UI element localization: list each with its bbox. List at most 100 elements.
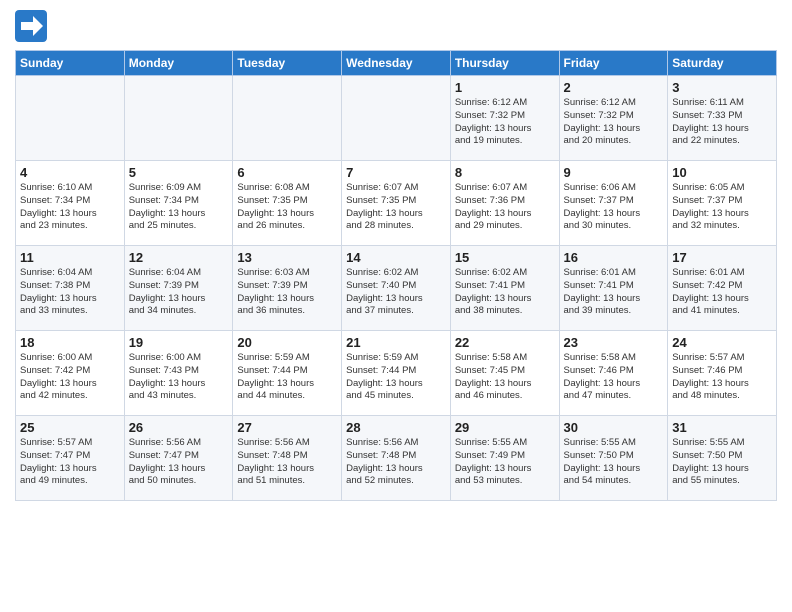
col-header-tuesday: Tuesday [233,51,342,76]
day-number: 10 [672,165,772,180]
day-number: 23 [564,335,664,350]
calendar-cell: 18 Sunrise: 6:00 AM Sunset: 7:42 PM Dayli… [16,331,125,416]
calendar-cell: 3 Sunrise: 6:11 AM Sunset: 7:33 PM Daylig… [668,76,777,161]
calendar-cell: 1 Sunrise: 6:12 AM Sunset: 7:32 PM Daylig… [450,76,559,161]
calendar-cell: 23 Sunrise: 5:58 AM Sunset: 7:46 PM Dayli… [559,331,668,416]
week-row-5: 25 Sunrise: 5:57 AM Sunset: 7:47 PM Dayli… [16,416,777,501]
week-row-2: 4Sunrise: 6:10 AM Sunset: 7:34 PM Daylig… [16,161,777,246]
calendar-cell: 2 Sunrise: 6:12 AM Sunset: 7:32 PM Daylig… [559,76,668,161]
calendar-cell: 21 Sunrise: 5:59 AM Sunset: 7:44 PM Dayli… [342,331,451,416]
calendar-cell: 24 Sunrise: 5:57 AM Sunset: 7:46 PM Dayli… [668,331,777,416]
calendar-cell: 8 Sunrise: 6:07 AM Sunset: 7:36 PM Daylig… [450,161,559,246]
day-info: Sunrise: 5:57 AM Sunset: 7:47 PM Dayligh… [20,437,120,488]
day-info: Sunrise: 6:05 AM Sunset: 7:37 PM Dayligh… [672,182,772,233]
calendar-table: SundayMondayTuesdayWednesdayThursdayFrid… [15,50,777,501]
logo [15,10,51,42]
day-number: 21 [346,335,446,350]
calendar-cell: 14 Sunrise: 6:02 AM Sunset: 7:40 PM Dayli… [342,246,451,331]
day-number: 11 [20,250,120,265]
logo-icon [15,10,47,42]
day-number: 31 [672,420,772,435]
calendar-cell: 31Sunrise: 5:55 AM Sunset: 7:50 PM Dayli… [668,416,777,501]
calendar-cell: 26Sunrise: 5:56 AM Sunset: 7:47 PM Dayli… [124,416,233,501]
calendar-cell: 28 Sunrise: 5:56 AM Sunset: 7:48 PM Dayli… [342,416,451,501]
day-number: 25 [20,420,120,435]
day-number: 8 [455,165,555,180]
day-number: 14 [346,250,446,265]
day-info: Sunrise: 6:07 AM Sunset: 7:36 PM Dayligh… [455,182,555,233]
day-number: 9 [564,165,664,180]
day-info: Sunrise: 6:03 AM Sunset: 7:39 PM Dayligh… [237,267,337,318]
day-info: Sunrise: 6:11 AM Sunset: 7:33 PM Dayligh… [672,97,772,148]
calendar-cell [342,76,451,161]
day-info: Sunrise: 6:04 AM Sunset: 7:39 PM Dayligh… [129,267,229,318]
header-row: SundayMondayTuesdayWednesdayThursdayFrid… [16,51,777,76]
day-number: 13 [237,250,337,265]
day-number: 2 [564,80,664,95]
day-info: Sunrise: 5:56 AM Sunset: 7:48 PM Dayligh… [237,437,337,488]
day-info: Sunrise: 5:55 AM Sunset: 7:50 PM Dayligh… [564,437,664,488]
day-number: 6 [237,165,337,180]
day-info: Sunrise: 6:08 AM Sunset: 7:35 PM Dayligh… [237,182,337,233]
calendar-cell: 10 Sunrise: 6:05 AM Sunset: 7:37 PM Dayli… [668,161,777,246]
day-number: 5 [129,165,229,180]
day-info: Sunrise: 6:01 AM Sunset: 7:41 PM Dayligh… [564,267,664,318]
day-number: 1 [455,80,555,95]
calendar-cell: 20 Sunrise: 5:59 AM Sunset: 7:44 PM Dayli… [233,331,342,416]
calendar-cell: 9 Sunrise: 6:06 AM Sunset: 7:37 PM Daylig… [559,161,668,246]
day-info: Sunrise: 6:02 AM Sunset: 7:40 PM Dayligh… [346,267,446,318]
col-header-monday: Monday [124,51,233,76]
day-number: 15 [455,250,555,265]
day-number: 26 [129,420,229,435]
col-header-sunday: Sunday [16,51,125,76]
calendar-cell: 25 Sunrise: 5:57 AM Sunset: 7:47 PM Dayli… [16,416,125,501]
calendar-cell: 5 Sunrise: 6:09 AM Sunset: 7:34 PM Daylig… [124,161,233,246]
day-number: 28 [346,420,446,435]
day-info: Sunrise: 6:00 AM Sunset: 7:42 PM Dayligh… [20,352,120,403]
calendar-cell: 12 Sunrise: 6:04 AM Sunset: 7:39 PM Dayli… [124,246,233,331]
day-info: Sunrise: 6:00 AM Sunset: 7:43 PM Dayligh… [129,352,229,403]
day-info: Sunrise: 6:02 AM Sunset: 7:41 PM Dayligh… [455,267,555,318]
day-number: 17 [672,250,772,265]
calendar-cell: 11 Sunrise: 6:04 AM Sunset: 7:38 PM Dayli… [16,246,125,331]
calendar-cell: 27Sunrise: 5:56 AM Sunset: 7:48 PM Dayli… [233,416,342,501]
day-number: 7 [346,165,446,180]
calendar-cell: 13 Sunrise: 6:03 AM Sunset: 7:39 PM Dayli… [233,246,342,331]
day-number: 18 [20,335,120,350]
day-number: 29 [455,420,555,435]
week-row-4: 18 Sunrise: 6:00 AM Sunset: 7:42 PM Dayli… [16,331,777,416]
day-info: Sunrise: 6:12 AM Sunset: 7:32 PM Dayligh… [455,97,555,148]
day-info: Sunrise: 6:07 AM Sunset: 7:35 PM Dayligh… [346,182,446,233]
day-info: Sunrise: 6:04 AM Sunset: 7:38 PM Dayligh… [20,267,120,318]
day-number: 22 [455,335,555,350]
day-number: 20 [237,335,337,350]
day-info: Sunrise: 5:57 AM Sunset: 7:46 PM Dayligh… [672,352,772,403]
day-info: Sunrise: 5:58 AM Sunset: 7:45 PM Dayligh… [455,352,555,403]
day-info: Sunrise: 6:12 AM Sunset: 7:32 PM Dayligh… [564,97,664,148]
calendar-cell: 15 Sunrise: 6:02 AM Sunset: 7:41 PM Dayli… [450,246,559,331]
day-info: Sunrise: 6:06 AM Sunset: 7:37 PM Dayligh… [564,182,664,233]
day-info: Sunrise: 6:01 AM Sunset: 7:42 PM Dayligh… [672,267,772,318]
calendar-cell: 16Sunrise: 6:01 AM Sunset: 7:41 PM Dayli… [559,246,668,331]
day-info: Sunrise: 5:55 AM Sunset: 7:49 PM Dayligh… [455,437,555,488]
col-header-thursday: Thursday [450,51,559,76]
day-info: Sunrise: 6:09 AM Sunset: 7:34 PM Dayligh… [129,182,229,233]
day-number: 24 [672,335,772,350]
day-number: 3 [672,80,772,95]
page-container: SundayMondayTuesdayWednesdayThursdayFrid… [0,0,792,506]
calendar-cell: 19Sunrise: 6:00 AM Sunset: 7:43 PM Dayli… [124,331,233,416]
day-info: Sunrise: 5:58 AM Sunset: 7:46 PM Dayligh… [564,352,664,403]
calendar-cell: 30 Sunrise: 5:55 AM Sunset: 7:50 PM Dayli… [559,416,668,501]
calendar-cell: 6 Sunrise: 6:08 AM Sunset: 7:35 PM Daylig… [233,161,342,246]
day-number: 4 [20,165,120,180]
day-number: 12 [129,250,229,265]
calendar-cell: 29 Sunrise: 5:55 AM Sunset: 7:49 PM Dayli… [450,416,559,501]
day-info: Sunrise: 5:59 AM Sunset: 7:44 PM Dayligh… [237,352,337,403]
col-header-wednesday: Wednesday [342,51,451,76]
day-info: Sunrise: 5:56 AM Sunset: 7:48 PM Dayligh… [346,437,446,488]
calendar-cell: 4Sunrise: 6:10 AM Sunset: 7:34 PM Daylig… [16,161,125,246]
week-row-1: 1 Sunrise: 6:12 AM Sunset: 7:32 PM Daylig… [16,76,777,161]
day-info: Sunrise: 5:59 AM Sunset: 7:44 PM Dayligh… [346,352,446,403]
calendar-cell [16,76,125,161]
day-number: 30 [564,420,664,435]
